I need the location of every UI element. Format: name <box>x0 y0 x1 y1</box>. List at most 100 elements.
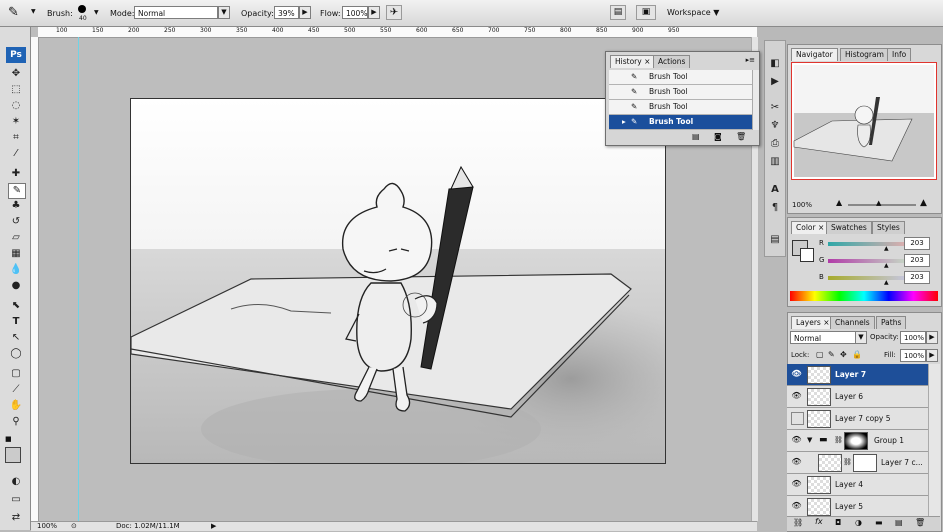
tab-paths[interactable]: Paths <box>876 316 907 329</box>
flow-input[interactable]: 100% <box>342 6 368 19</box>
eye-icon[interactable]: 👁 <box>791 434 802 445</box>
b-value[interactable]: 203 <box>904 271 930 284</box>
lasso-tool-icon[interactable]: ◌ <box>8 99 24 113</box>
eye-icon[interactable]: 👁 <box>791 390 802 401</box>
workspace-menu[interactable]: Workspace ▼ <box>667 8 719 17</box>
zoom-out-icon[interactable]: ▲ <box>836 198 842 207</box>
new-snapshot-icon[interactable]: ◙ <box>714 132 722 141</box>
history-brush-tool-icon[interactable]: ↺ <box>8 215 24 229</box>
b-slider-thumb[interactable]: ▲ <box>884 279 889 286</box>
tab-info[interactable]: Info <box>887 48 912 61</box>
tab-actions[interactable]: Actions <box>653 55 691 68</box>
layer-style-icon[interactable]: fx <box>815 517 823 526</box>
delete-state-icon[interactable]: 🗑 <box>736 132 746 141</box>
hand-tool-icon[interactable]: ✋ <box>8 399 24 413</box>
close-icon[interactable]: × <box>823 318 829 327</box>
b-slider[interactable] <box>828 276 914 280</box>
clone-stamp-tool-icon[interactable]: ♣ <box>8 199 24 213</box>
history-item[interactable]: ✎ Brush Tool <box>609 85 752 100</box>
eye-icon[interactable]: 👁 <box>791 368 802 379</box>
layer-row[interactable]: Layer 7 copy 5 <box>787 408 928 430</box>
tools-icon[interactable]: ✂ <box>768 101 782 115</box>
layer-row[interactable]: 👁 Layer 6 <box>787 386 928 408</box>
close-icon[interactable]: × <box>818 223 824 232</box>
lock-transparency-icon[interactable]: ▢ <box>816 350 824 359</box>
navigator-zoom[interactable]: 100% <box>792 201 812 209</box>
tab-histogram[interactable]: Histogram <box>840 48 889 61</box>
history-item[interactable]: ✎ Brush Tool <box>609 100 752 115</box>
tab-swatches[interactable]: Swatches <box>826 221 872 234</box>
layer-row[interactable]: 👁 Layer 4 <box>787 474 928 496</box>
opacity-input[interactable]: 39% <box>274 6 299 19</box>
healing-brush-tool-icon[interactable]: ✚ <box>8 167 24 181</box>
history-item-selected[interactable]: ▸ ✎ Brush Tool <box>609 115 752 130</box>
new-document-from-state-icon[interactable]: ▤ <box>692 132 700 141</box>
tab-channels[interactable]: Channels <box>830 316 875 329</box>
foreground-color-swatch[interactable] <box>5 447 21 463</box>
info-panel-icon[interactable]: ▤ <box>768 233 782 247</box>
eye-icon[interactable]: 👁 <box>791 456 802 467</box>
delete-layer-icon[interactable]: 🗑 <box>915 518 925 527</box>
blend-mode-select[interactable]: Normal <box>790 331 856 344</box>
flow-slider-icon[interactable]: ▶ <box>368 6 380 19</box>
tab-layers[interactable]: Layers × <box>791 316 835 329</box>
path-selection-tool-icon[interactable]: ⬉ <box>8 299 24 313</box>
zoom-tool-icon[interactable]: ⚲ <box>8 415 24 429</box>
navigator-icon[interactable]: ◧ <box>768 57 782 71</box>
fill-slider-icon[interactable]: ▶ <box>926 349 938 362</box>
brush-picker-arrow-icon[interactable]: ▼ <box>94 9 99 16</box>
close-icon[interactable]: × <box>644 57 650 66</box>
history-slider-icon[interactable]: ▸ <box>622 115 626 129</box>
tab-navigator[interactable]: Navigator <box>791 48 838 61</box>
color-spectrum-bar[interactable] <box>790 291 938 301</box>
default-colors-icon[interactable]: ■ <box>5 435 12 443</box>
marquee-tool-icon[interactable]: ⬚ <box>8 83 24 97</box>
gradient-tool-icon[interactable]: ▦ <box>8 247 24 261</box>
direct-selection-tool-icon[interactable]: ↖ <box>8 331 24 345</box>
history-item[interactable]: ✎ Brush Tool <box>609 70 752 85</box>
layer-row[interactable]: 👁 Layer 5 <box>787 496 928 518</box>
zoom-in-icon[interactable]: ▲ <box>920 198 927 208</box>
eye-icon[interactable]: 👁 <box>791 478 802 489</box>
blend-mode-dropdown-icon[interactable]: ▼ <box>855 331 867 344</box>
tab-history[interactable]: History × <box>610 55 656 68</box>
stamp-icon[interactable]: ⎙ <box>768 137 782 151</box>
tab-color[interactable]: Color × <box>791 221 830 234</box>
paragraph-icon[interactable]: ¶ <box>768 201 782 215</box>
eye-icon[interactable]: 👁 <box>791 500 802 511</box>
group-expand-icon[interactable]: ▼ <box>807 430 812 451</box>
ps-logo[interactable]: Ps <box>6 47 26 63</box>
r-slider-thumb[interactable]: ▲ <box>884 245 889 252</box>
background-color-chip[interactable] <box>800 248 814 262</box>
slice-tool-icon[interactable]: ⁄ <box>8 147 24 161</box>
tab-styles[interactable]: Styles <box>872 221 905 234</box>
notes-tool-icon[interactable]: ▢ <box>8 367 24 381</box>
lock-position-icon[interactable]: ✥ <box>840 350 847 359</box>
dodge-tool-icon[interactable]: ● <box>8 279 24 293</box>
layer-row[interactable]: 👁 ⛓ Layer 7 c... <box>787 452 928 474</box>
brushes-icon[interactable]: ♆ <box>768 119 782 133</box>
brush-tool-icon[interactable]: ✎ <box>8 5 19 20</box>
fill-input[interactable]: 100% <box>900 349 926 362</box>
zoom-slider-thumb[interactable]: ▲ <box>876 199 881 207</box>
magic-wand-tool-icon[interactable]: ✶ <box>8 115 24 129</box>
character-icon[interactable]: A <box>768 183 782 197</box>
type-tool-icon[interactable]: T <box>8 315 24 329</box>
layer-row-selected[interactable]: 👁 Layer 7 <box>787 364 928 386</box>
layer-opacity-slider-icon[interactable]: ▶ <box>926 331 938 344</box>
layer-comps-icon[interactable]: ▥ <box>768 155 782 169</box>
navigator-preview[interactable] <box>791 62 937 180</box>
g-slider-thumb[interactable]: ▲ <box>884 262 889 269</box>
crop-tool-icon[interactable]: ⌗ <box>8 131 24 145</box>
quick-mask-icon[interactable]: ◐ <box>8 475 24 489</box>
tool-preset-arrow-icon[interactable]: ▼ <box>31 8 36 15</box>
lock-image-icon[interactable]: ✎ <box>828 350 835 359</box>
g-value[interactable]: 203 <box>904 254 930 267</box>
airbrush-icon[interactable]: ✈ <box>386 5 402 20</box>
canvas[interactable] <box>130 98 666 464</box>
layers-scrollbar[interactable] <box>928 364 940 516</box>
new-group-icon[interactable]: ▬ <box>875 518 883 527</box>
eyedropper-tool-icon[interactable]: ⟋ <box>8 383 24 397</box>
blur-tool-icon[interactable]: 💧 <box>8 263 24 277</box>
brush-preview-icon[interactable] <box>78 5 86 13</box>
